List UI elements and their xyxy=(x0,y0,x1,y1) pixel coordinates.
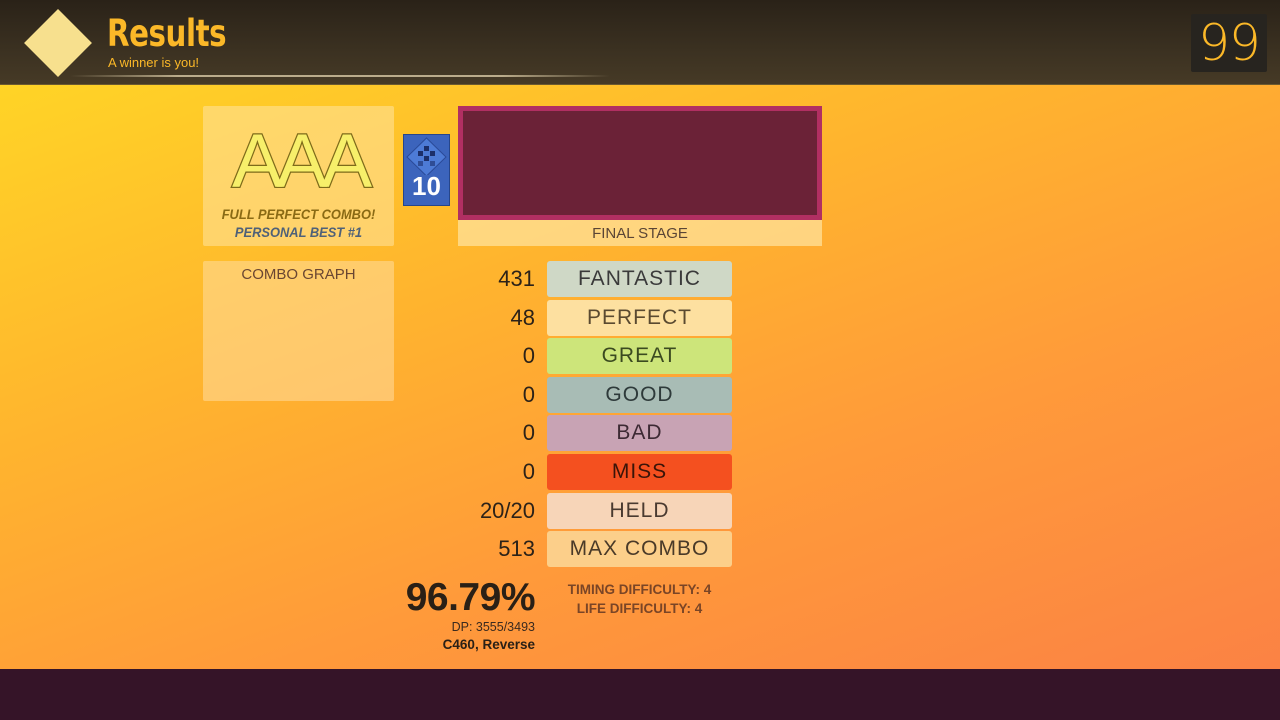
fantastic-label: FANTASTIC xyxy=(547,261,732,297)
perfect-count: 48 xyxy=(510,305,535,330)
bad-label: BAD xyxy=(547,415,732,451)
max-combo-count: 513 xyxy=(498,536,535,561)
difficulty-meter: 10 xyxy=(412,171,441,201)
combo-graph-title: COMBO GRAPH xyxy=(241,266,356,283)
timer-value: 99 xyxy=(1198,14,1261,72)
great-count: 0 xyxy=(522,343,535,368)
screen-subtitle: A winner is you! xyxy=(108,55,200,70)
screen-title: Results xyxy=(107,12,227,55)
stage-label: FINAL STAGE xyxy=(458,220,822,246)
life-difficulty: LIFE DIFFICULTY: 4 xyxy=(576,601,703,616)
song-banner-image xyxy=(463,111,817,215)
perfect-label: PERFECT xyxy=(547,300,732,336)
personal-best-label: PERSONAL BEST #1 xyxy=(234,224,363,240)
timing-difficulty: TIMING DIFFICULTY: 4 xyxy=(567,582,712,597)
modifiers: C460, Reverse xyxy=(442,637,535,652)
header-bar: Results A winner is you! 99 xyxy=(0,0,1280,85)
difficulty-meter-badge: 10 xyxy=(403,134,450,206)
grade-letters: AAA xyxy=(231,118,380,206)
max-combo-label: MAX COMBO xyxy=(547,531,732,567)
bad-count: 0 xyxy=(522,420,535,445)
timer-box: 99 xyxy=(1191,14,1267,72)
song-banner xyxy=(458,106,822,220)
miss-label: MISS xyxy=(547,454,732,490)
held-count: 20/20 xyxy=(479,498,535,523)
header-divider xyxy=(70,75,610,77)
dance-points: DP: 3555/3493 xyxy=(451,620,535,634)
great-label: GREAT xyxy=(547,338,732,374)
held-label: HELD xyxy=(547,493,732,529)
diamond-icon xyxy=(24,9,92,77)
grade-text: AAA xyxy=(232,119,372,204)
full-combo-label: FULL PERFECT COMBO! xyxy=(221,206,376,222)
score-percent: 96.79% xyxy=(405,576,536,619)
combo-graph-panel: COMBO GRAPH xyxy=(203,261,394,401)
footer-bar xyxy=(0,669,1280,720)
good-label: GOOD xyxy=(547,377,732,413)
good-count: 0 xyxy=(522,382,535,407)
difficulty-diamond-icon xyxy=(406,137,447,175)
fantastic-count: 431 xyxy=(498,266,535,291)
miss-count: 0 xyxy=(522,459,535,484)
grade-panel: AAA FULL PERFECT COMBO! PERSONAL BEST #1 xyxy=(203,106,394,246)
